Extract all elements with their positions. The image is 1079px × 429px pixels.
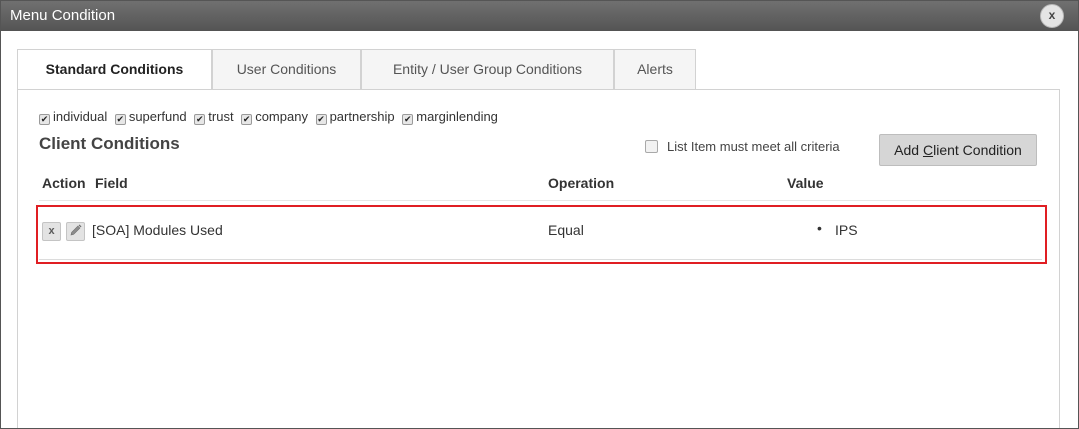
column-header-field: Field	[95, 175, 128, 191]
checkmark-icon: ✔	[114, 114, 126, 125]
checkbox-label: marginlending	[416, 109, 498, 124]
checkbox-company[interactable]: ✔ company	[241, 109, 308, 125]
checkbox-label: trust	[208, 109, 234, 124]
tab-standard-conditions[interactable]: Standard Conditions	[17, 49, 212, 91]
criteria-checkbox[interactable]: List Item must meet all criteria	[645, 139, 840, 154]
column-header-value: Value	[787, 175, 824, 191]
checkbox-superfund[interactable]: ✔ superfund	[114, 109, 187, 125]
column-header-operation: Operation	[548, 175, 615, 191]
bullet-icon: •	[817, 220, 822, 236]
checkbox-marginlending[interactable]: ✔ marginlending	[402, 109, 498, 125]
checkbox-label: partnership	[329, 109, 395, 124]
criteria-label: List Item must meet all criteria	[667, 139, 840, 154]
checkbox-label: individual	[53, 109, 108, 124]
checkmark-icon: ✔	[402, 114, 414, 125]
condition-value: IPS	[835, 222, 858, 238]
edit-condition-button[interactable]	[66, 222, 85, 241]
section-title: Client Conditions	[39, 134, 180, 153]
condition-operation: Equal	[548, 222, 584, 238]
add-button-label-pre: Add	[894, 142, 923, 158]
checkbox-individual[interactable]: ✔ individual	[39, 109, 107, 125]
pencil-icon	[70, 224, 82, 236]
checkmark-icon: ✔	[39, 114, 50, 125]
dialog-title: Menu Condition	[10, 7, 116, 24]
checkbox-trust[interactable]: ✔ trust	[194, 109, 234, 125]
checkbox-icon	[645, 140, 658, 153]
delete-condition-button[interactable]: x	[42, 222, 61, 241]
close-icon[interactable]: x	[1040, 4, 1064, 28]
add-button-label-post: lient Condition	[933, 142, 1022, 158]
dialog-titlebar[interactable]: Menu Condition x	[1, 1, 1078, 31]
checkmark-icon: ✔	[194, 114, 206, 125]
column-header-action: Action	[42, 175, 86, 191]
tab-alerts[interactable]: Alerts	[614, 49, 696, 90]
table-header-divider	[39, 200, 1042, 201]
tab-entity-user-group-conditions[interactable]: Entity / User Group Conditions	[361, 49, 614, 90]
checkbox-label: superfund	[128, 109, 187, 124]
tab-user-conditions[interactable]: User Conditions	[212, 49, 361, 90]
checkmark-icon: ✔	[241, 114, 253, 125]
condition-field: [SOA] Modules Used	[92, 222, 223, 238]
checkbox-partnership[interactable]: ✔ partnership	[315, 109, 395, 125]
entity-type-checkboxes: ✔ individual ✔ superfund ✔ trust ✔ company ✔…	[39, 109, 502, 125]
checkbox-label: company	[255, 109, 308, 124]
add-client-condition-button[interactable]: Add Client Condition	[879, 134, 1037, 166]
checkmark-icon: ✔	[315, 114, 327, 125]
row-divider	[39, 259, 1042, 260]
add-button-accesskey: C	[922, 142, 934, 158]
